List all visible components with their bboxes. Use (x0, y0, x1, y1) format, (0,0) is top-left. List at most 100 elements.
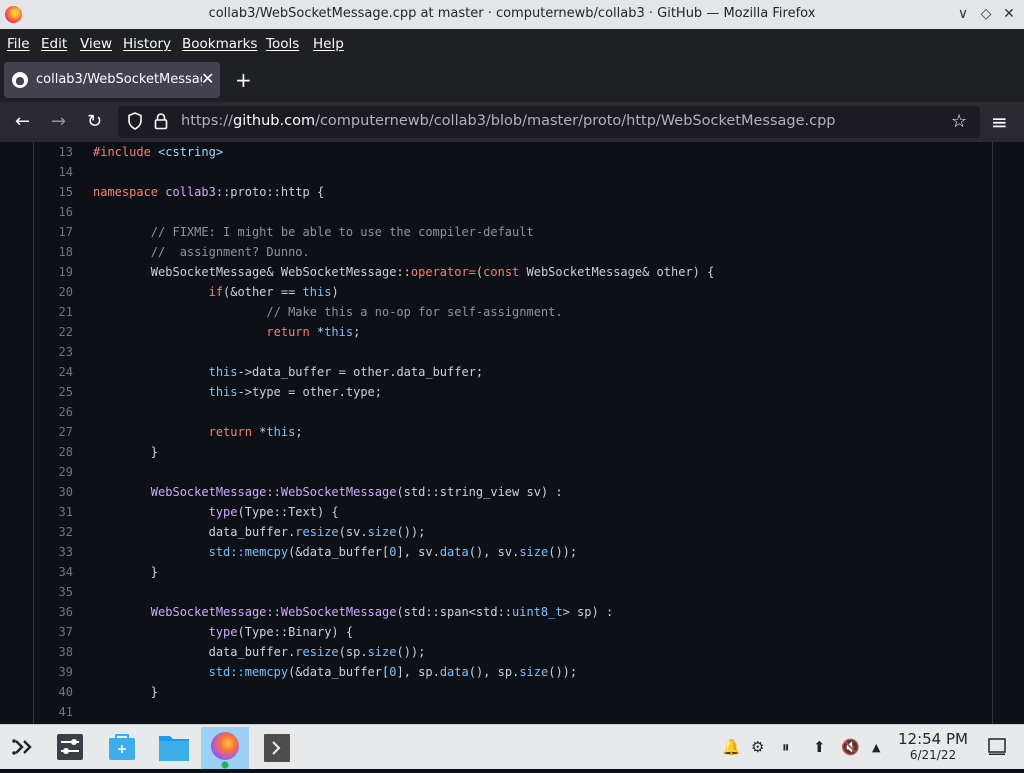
line-number[interactable]: 40 (42, 682, 73, 702)
line-number[interactable]: 32 (42, 522, 73, 542)
line-number[interactable]: 33 (42, 542, 73, 562)
menu-history[interactable]: History (123, 36, 171, 52)
line-number[interactable]: 26 (42, 402, 73, 422)
code-token: std::memcpy (208, 545, 289, 559)
expand-tray-icon[interactable]: ▲ (872, 741, 880, 754)
code-token: size (367, 645, 397, 659)
code-line: 31 type(Type::Text) { (0, 502, 1024, 522)
line-number[interactable]: 25 (42, 382, 73, 402)
tab-label: collab3/WebSocketMessag (36, 72, 202, 87)
code-text: // Make this a no-op for self-assignment… (93, 302, 562, 322)
menu-tools[interactable]: Tools (266, 36, 299, 52)
line-number[interactable]: 29 (42, 462, 73, 482)
line-number[interactable]: 17 (42, 222, 73, 242)
code-line: 32 data_buffer.resize(sv.size()); (0, 522, 1024, 542)
line-number[interactable]: 38 (42, 642, 73, 662)
code-line: 16 (0, 202, 1024, 222)
code-text: } (93, 562, 158, 582)
url-prefix: https:// (181, 113, 233, 129)
line-number[interactable]: 34 (42, 562, 73, 582)
line-number[interactable]: 18 (42, 242, 73, 262)
settings-icon[interactable] (46, 727, 94, 769)
line-number[interactable]: 19 (42, 262, 73, 282)
terminal-icon[interactable] (253, 727, 301, 769)
line-number[interactable]: 24 (42, 362, 73, 382)
menu-view[interactable]: View (80, 36, 112, 52)
application-launcher-icon[interactable] (0, 727, 48, 769)
line-number[interactable]: 22 (42, 322, 73, 342)
code-text: WebSocketMessage& WebSocketMessage::oper… (93, 262, 715, 282)
code-line: 29 (0, 462, 1024, 482)
code-token: WebSocketMessage (280, 485, 397, 499)
clock[interactable]: 12:54 PM 6/21/22 (893, 731, 973, 763)
url-path: /computernewb/collab3/blob/master/proto/… (315, 113, 836, 129)
back-button[interactable]: ← (15, 111, 30, 133)
menu-help[interactable]: Help (313, 36, 344, 52)
code-token: this (266, 425, 296, 439)
line-number[interactable]: 20 (42, 282, 73, 302)
network-icon[interactable]: ⚙ (751, 738, 764, 756)
url-bar[interactable]: https://github.com/computernewb/collab3/… (118, 106, 980, 138)
code-token: data (439, 545, 469, 559)
line-number[interactable]: 41 (42, 702, 73, 722)
close-window-button[interactable]: ✕ (998, 4, 1020, 24)
shield-icon[interactable] (127, 112, 143, 130)
line-number[interactable]: 36 (42, 602, 73, 622)
code-token: WebSocketMessage (150, 485, 267, 499)
code-token: ->data_buffer = other.data_buffer; (237, 365, 484, 379)
new-tab-button[interactable]: + (235, 68, 252, 92)
firefox-icon[interactable] (201, 727, 249, 769)
show-desktop-icon[interactable] (988, 738, 1006, 756)
file-manager-icon[interactable] (150, 727, 198, 769)
code-text: #include <cstring> (93, 142, 223, 162)
code-token: * (251, 425, 267, 439)
forward-button[interactable]: → (51, 111, 66, 133)
line-number[interactable]: 13 (42, 142, 73, 162)
line-number[interactable]: 15 (42, 182, 73, 202)
discover-store-icon[interactable] (98, 727, 146, 769)
clock-date: 6/21/22 (909, 748, 957, 762)
menu-bookmarks[interactable]: Bookmarks (182, 36, 257, 52)
bookmark-star-icon[interactable]: ☆ (951, 111, 967, 133)
lock-icon[interactable] (154, 112, 168, 130)
minimize-button[interactable]: ∨ (952, 4, 974, 24)
window-titlebar: collab3/WebSocketMessage.cpp at master ·… (0, 0, 1024, 29)
code-line: 30 WebSocketMessage::WebSocketMessage(st… (0, 482, 1024, 502)
line-number[interactable]: 35 (42, 582, 73, 602)
line-number[interactable]: 21 (42, 302, 73, 322)
tab-active[interactable]: collab3/WebSocketMessag ✕ (4, 62, 220, 98)
code-token: (Type::Text) { (237, 505, 339, 519)
line-number[interactable]: 16 (42, 202, 73, 222)
notifications-icon[interactable]: 🔔 (722, 738, 741, 756)
code-line: 18 // assignment? Dunno. (0, 242, 1024, 262)
line-number[interactable]: 23 (42, 342, 73, 362)
media-player-icon[interactable]: ⏸ (782, 738, 790, 756)
line-number[interactable]: 39 (42, 662, 73, 682)
menu-file[interactable]: File (7, 36, 30, 52)
code-token: return (266, 325, 310, 339)
line-number[interactable]: 14 (42, 162, 73, 182)
updates-icon[interactable]: ⬆ (813, 738, 826, 756)
url-text[interactable]: https://github.com/computernewb/collab3/… (181, 113, 836, 129)
tab-close-button[interactable]: ✕ (201, 69, 214, 88)
volume-muted-icon[interactable]: 🔇 (841, 738, 860, 756)
maximize-button[interactable]: ◇ (975, 4, 997, 24)
line-number[interactable]: 30 (42, 482, 73, 502)
code-token: const (483, 265, 520, 279)
line-number[interactable]: 31 (42, 502, 73, 522)
menu-edit[interactable]: Edit (41, 36, 67, 52)
reload-button[interactable]: ↻ (87, 111, 102, 133)
line-number[interactable]: 37 (42, 622, 73, 642)
line-number[interactable]: 28 (42, 442, 73, 462)
app-menu-button[interactable]: ≡ (991, 111, 1008, 133)
code-token: std::memcpy (208, 665, 289, 679)
code-text: return *this; (93, 322, 360, 342)
code-token: size (367, 525, 397, 539)
line-number[interactable]: 27 (42, 422, 73, 442)
code-token: (sv. (338, 525, 368, 539)
code-line: 26 (0, 402, 1024, 422)
